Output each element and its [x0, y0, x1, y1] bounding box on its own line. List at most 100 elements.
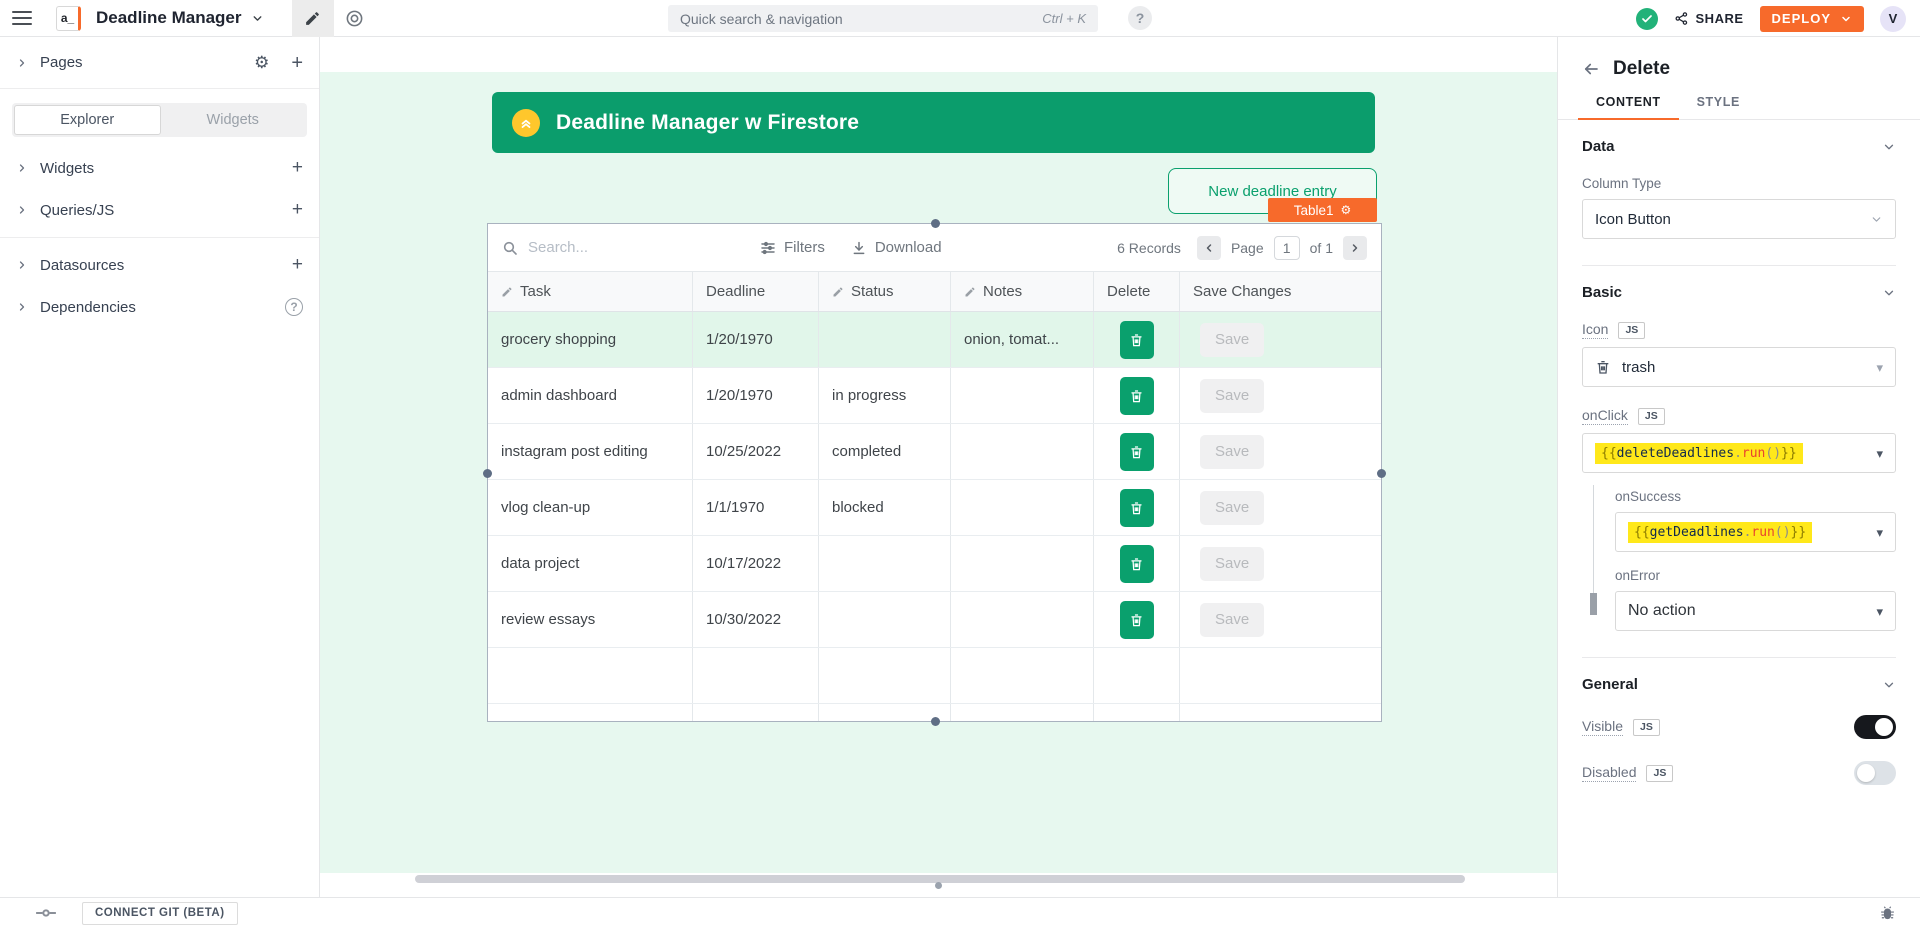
column-header-status[interactable]: Status	[819, 272, 951, 311]
canvas-resize-dot[interactable]	[935, 882, 942, 889]
delete-row-button[interactable]	[1120, 489, 1154, 527]
save-row-button[interactable]: Save	[1200, 491, 1264, 525]
save-row-button[interactable]: Save	[1200, 603, 1264, 637]
cell-task[interactable]: instagram post editing	[488, 424, 693, 479]
add-button[interactable]: +	[292, 157, 303, 179]
add-page-button[interactable]: +	[291, 53, 303, 73]
cell-task[interactable]: vlog clean-up	[488, 480, 693, 535]
chevron-down-icon[interactable]	[1882, 678, 1896, 692]
column-header-save-changes[interactable]: Save Changes	[1180, 272, 1381, 311]
cell-notes[interactable]: onion, tomat...	[951, 312, 1094, 367]
edit-mode-button[interactable]	[292, 0, 334, 37]
chevron-right-icon[interactable]	[16, 301, 28, 313]
cell-task[interactable]: admin dashboard	[488, 368, 693, 423]
widget-name-badge[interactable]: Table1 ⚙	[1268, 198, 1377, 222]
deploy-button[interactable]: DEPLOY	[1760, 6, 1864, 32]
table-row[interactable]: instagram post editing10/25/2022complete…	[488, 424, 1381, 480]
cell-status[interactable]	[819, 592, 951, 647]
cell-notes[interactable]	[951, 536, 1094, 591]
cell-notes[interactable]	[951, 424, 1094, 479]
table-search-input[interactable]	[528, 239, 698, 256]
onsuccess-action-select[interactable]: {{getDeadlines.run()}} ▾	[1615, 512, 1896, 552]
tab-widgets[interactable]: Widgets	[161, 105, 306, 135]
cell-status[interactable]	[819, 536, 951, 591]
cell-notes[interactable]	[951, 592, 1094, 647]
icon-select[interactable]: trash ▾	[1582, 347, 1896, 387]
save-row-button[interactable]: Save	[1200, 323, 1264, 357]
icon-js-toggle[interactable]: JS	[1618, 322, 1645, 339]
delete-row-button[interactable]	[1120, 601, 1154, 639]
back-arrow-icon[interactable]	[1582, 60, 1600, 78]
chevron-right-icon[interactable]	[16, 204, 28, 216]
delete-row-button[interactable]	[1120, 433, 1154, 471]
column-header-deadline[interactable]: Deadline	[693, 272, 819, 311]
basic-section-header[interactable]: Basic	[1582, 284, 1896, 301]
visible-toggle[interactable]	[1854, 715, 1896, 739]
download-button[interactable]: Download	[851, 239, 942, 256]
pages-settings-gear-icon[interactable]: ⚙	[254, 54, 269, 71]
sidebar-item-datasources[interactable]: Datasources+	[0, 244, 319, 286]
quick-search-input[interactable]	[680, 11, 1032, 27]
column-header-notes[interactable]: Notes	[951, 272, 1094, 311]
column-header-delete[interactable]: Delete	[1094, 272, 1180, 311]
debug-bug-icon[interactable]	[1879, 905, 1896, 922]
app-canvas[interactable]: Deadline Manager w Firestore New deadlin…	[320, 72, 1557, 873]
tab-style[interactable]: STYLE	[1679, 95, 1758, 119]
prev-page-button[interactable]	[1197, 236, 1221, 260]
tab-content[interactable]: CONTENT	[1578, 95, 1679, 119]
table-row[interactable]: admin dashboard1/20/1970in progress Save	[488, 368, 1381, 424]
table-row[interactable]: grocery shopping1/20/1970 onion, tomat...…	[488, 312, 1381, 368]
resize-handle-right[interactable]	[1377, 469, 1386, 478]
filters-button[interactable]: Filters	[760, 239, 825, 256]
cell-deadline[interactable]: 10/30/2022	[693, 592, 819, 647]
cell-task[interactable]: grocery shopping	[488, 312, 693, 367]
banner-widget[interactable]: Deadline Manager w Firestore	[492, 92, 1375, 153]
view-mode-button[interactable]	[334, 0, 376, 37]
cell-status[interactable]: in progress	[819, 368, 951, 423]
disabled-js-toggle[interactable]: JS	[1646, 765, 1673, 782]
pages-header[interactable]: Pages ⚙ +	[0, 37, 319, 89]
save-row-button[interactable]: Save	[1200, 547, 1264, 581]
avatar[interactable]: V	[1880, 6, 1906, 32]
save-row-button[interactable]: Save	[1200, 379, 1264, 413]
cell-notes[interactable]	[951, 480, 1094, 535]
cell-status[interactable]: blocked	[819, 480, 951, 535]
sidebar-item-widgets[interactable]: Widgets+	[0, 147, 319, 189]
column-type-select[interactable]: Icon Button	[1582, 199, 1896, 239]
next-page-button[interactable]	[1343, 236, 1367, 260]
cell-deadline[interactable]: 1/20/1970	[693, 312, 819, 367]
table-widget[interactable]: Filters Download 6 Records Page of 1	[487, 223, 1382, 722]
chevron-right-icon[interactable]	[16, 162, 28, 174]
visible-js-toggle[interactable]: JS	[1633, 719, 1660, 736]
cell-deadline[interactable]: 1/20/1970	[693, 368, 819, 423]
delete-row-button[interactable]	[1120, 321, 1154, 359]
cell-status[interactable]: completed	[819, 424, 951, 479]
connect-git-button[interactable]: CONNECT GIT (BETA)	[82, 902, 238, 925]
data-section-header[interactable]: Data	[1582, 138, 1896, 155]
onclick-js-toggle[interactable]: JS	[1638, 408, 1665, 425]
table-row[interactable]: review essays10/30/2022Save	[488, 592, 1381, 648]
sidebar-item-dependencies[interactable]: Dependencies?	[0, 286, 319, 328]
widget-settings-gear-icon[interactable]: ⚙	[1341, 204, 1352, 216]
table-search[interactable]	[502, 239, 760, 256]
cell-deadline[interactable]: 1/1/1970	[693, 480, 819, 535]
chevron-right-icon[interactable]	[16, 259, 28, 271]
help-icon[interactable]: ?	[285, 298, 303, 316]
cell-task[interactable]: data project	[488, 536, 693, 591]
delete-row-button[interactable]	[1120, 377, 1154, 415]
cell-deadline[interactable]: 10/25/2022	[693, 424, 819, 479]
cell-deadline[interactable]: 10/17/2022	[693, 536, 819, 591]
page-number-input[interactable]	[1274, 236, 1300, 260]
chevron-right-icon[interactable]	[16, 57, 28, 69]
share-button[interactable]: SHARE	[1674, 11, 1744, 26]
onerror-action-select[interactable]: No action ▾	[1615, 591, 1896, 631]
hamburger-menu-icon[interactable]	[12, 11, 32, 25]
save-row-button[interactable]: Save	[1200, 435, 1264, 469]
resize-handle-bottom[interactable]	[931, 717, 940, 726]
add-button[interactable]: +	[292, 254, 303, 276]
disabled-toggle[interactable]	[1854, 761, 1896, 785]
resize-handle-top[interactable]	[931, 219, 940, 228]
tab-explorer[interactable]: Explorer	[14, 105, 161, 135]
cell-notes[interactable]	[951, 368, 1094, 423]
help-button[interactable]: ?	[1128, 6, 1152, 30]
